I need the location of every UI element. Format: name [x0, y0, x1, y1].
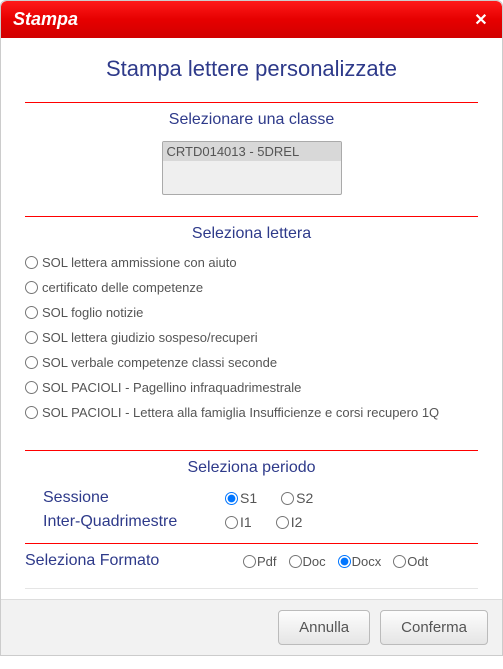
- period-option-s1[interactable]: S1: [225, 490, 257, 506]
- letter-label: SOL verbale competenze classi seconde: [42, 355, 277, 370]
- radio-input[interactable]: [225, 492, 238, 505]
- radio-input[interactable]: [289, 555, 302, 568]
- radio-input[interactable]: [25, 331, 38, 344]
- section-class-title: Selezionare una classe: [25, 111, 478, 129]
- class-option[interactable]: CRTD014013 - 5DREL: [163, 142, 341, 161]
- dialog-content: Stampa lettere personalizzate Selezionar…: [1, 38, 502, 599]
- class-select[interactable]: CRTD014013 - 5DREL: [162, 141, 342, 195]
- letter-label: SOL PACIOLI - Pagellino infraquadrimestr…: [42, 380, 301, 395]
- divider: [25, 102, 478, 103]
- divider: [25, 588, 478, 589]
- format-option-odt[interactable]: Odt: [393, 554, 428, 569]
- letter-label: SOL foglio notizie: [42, 305, 143, 320]
- radio-input[interactable]: [393, 555, 406, 568]
- section-letter-title: Seleziona lettera: [25, 225, 478, 243]
- letter-option[interactable]: SOL PACIOLI - Pagellino infraquadrimestr…: [25, 380, 478, 395]
- format-option-pdf[interactable]: Pdf: [243, 554, 277, 569]
- format-row: Seleziona Formato Pdf Doc Docx Odt: [25, 552, 478, 588]
- period-option-s2[interactable]: S2: [281, 490, 313, 506]
- letter-option[interactable]: SOL lettera ammissione con aiuto: [25, 255, 478, 270]
- titlebar: Stampa ✕: [1, 1, 502, 38]
- dialog-title: Stampa: [13, 9, 78, 30]
- divider: [25, 543, 478, 544]
- letter-label: SOL PACIOLI - Lettera alla famiglia Insu…: [42, 405, 439, 420]
- format-option-doc[interactable]: Doc: [289, 554, 326, 569]
- divider: [25, 216, 478, 217]
- radio-input[interactable]: [281, 492, 294, 505]
- confirm-button[interactable]: Conferma: [380, 610, 488, 645]
- letter-option[interactable]: SOL verbale competenze classi seconde: [25, 355, 478, 370]
- letter-radio-list: SOL lettera ammissione con aiuto certifi…: [25, 255, 478, 420]
- cancel-button[interactable]: Annulla: [278, 610, 370, 645]
- radio-input[interactable]: [338, 555, 351, 568]
- radio-input[interactable]: [243, 555, 256, 568]
- radio-input[interactable]: [225, 516, 238, 529]
- class-select-wrap: CRTD014013 - 5DREL: [25, 141, 478, 196]
- letter-option[interactable]: certificato delle competenze: [25, 280, 478, 295]
- button-bar: Annulla Conferma: [1, 599, 502, 655]
- radio-input[interactable]: [276, 516, 289, 529]
- letter-label: certificato delle competenze: [42, 280, 203, 295]
- period-row-session: Sessione S1 S2: [25, 489, 478, 507]
- radio-input[interactable]: [25, 406, 38, 419]
- letter-option[interactable]: SOL lettera giudizio sospeso/recuperi: [25, 330, 478, 345]
- radio-input[interactable]: [25, 306, 38, 319]
- letter-label: SOL lettera ammissione con aiuto: [42, 255, 237, 270]
- letter-option[interactable]: SOL foglio notizie: [25, 305, 478, 320]
- radio-input[interactable]: [25, 381, 38, 394]
- close-icon[interactable]: ✕: [472, 11, 490, 29]
- print-dialog: Stampa ✕ Stampa lettere personalizzate S…: [0, 0, 503, 656]
- divider: [25, 450, 478, 451]
- radio-input[interactable]: [25, 281, 38, 294]
- radio-input[interactable]: [25, 356, 38, 369]
- letter-option[interactable]: SOL PACIOLI - Lettera alla famiglia Insu…: [25, 405, 478, 420]
- period-option-i2[interactable]: I2: [276, 514, 303, 530]
- period-row-interquad: Inter-Quadrimestre I1 I2: [25, 513, 478, 531]
- letter-label: SOL lettera giudizio sospeso/recuperi: [42, 330, 258, 345]
- format-option-docx[interactable]: Docx: [338, 554, 382, 569]
- period-option-i1[interactable]: I1: [225, 514, 252, 530]
- format-options: Pdf Doc Docx Odt: [243, 554, 428, 569]
- radio-input[interactable]: [25, 256, 38, 269]
- page-title: Stampa lettere personalizzate: [25, 56, 478, 82]
- period-label: Inter-Quadrimestre: [25, 513, 225, 531]
- section-period-title: Seleziona periodo: [25, 459, 478, 477]
- format-label: Seleziona Formato: [25, 552, 243, 570]
- period-table: Sessione S1 S2 Inter-Quadrimestre I1 I2: [25, 489, 478, 531]
- period-label: Sessione: [25, 489, 225, 507]
